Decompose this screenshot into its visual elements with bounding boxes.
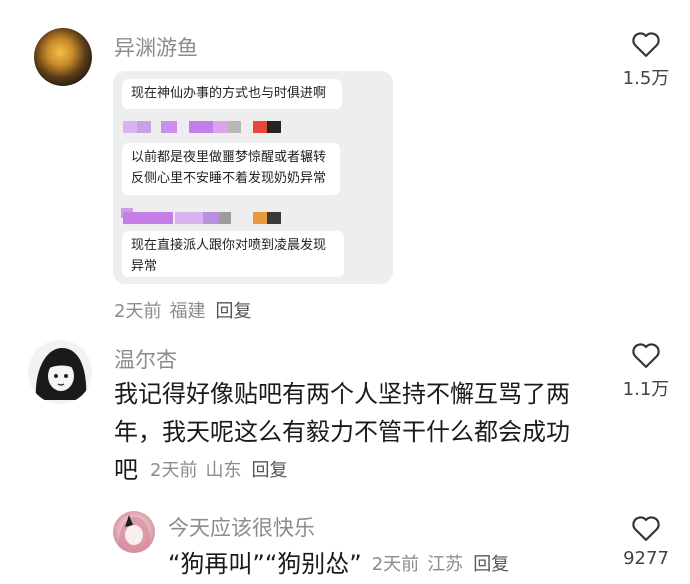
ip-region: 江苏 [427,554,464,575]
username[interactable]: 异渊游鱼 [114,32,198,62]
like-button[interactable]: 9277 [616,514,676,569]
like-button[interactable]: 1.1万 [616,341,676,401]
reply-button[interactable]: 回复 [473,554,509,575]
avatar[interactable] [34,28,92,86]
like-count: 9277 [623,548,669,569]
timestamp: 2天前 [150,460,198,481]
avatar[interactable] [113,511,155,553]
timestamp: 2天前 [371,554,420,575]
comment-meta: 2天前 山东 回复 [150,460,287,481]
reply-button[interactable]: 回复 [215,301,251,322]
avatar[interactable] [28,340,92,404]
username[interactable]: 今天应该很快乐 [168,512,315,542]
like-button[interactable]: 1.5万 [616,30,676,90]
chat-bubble: 现在神仙办事的方式也与时俱进啊 [122,79,342,109]
comment-text: 我记得好像贴吧有两个人坚持不懈互骂了两 年，我天呢这么有毅力不管干什么都会成功 … [114,380,570,484]
timestamp: 2天前 [114,301,162,322]
comment-text: “狗再叫”“狗别怂” 2天前 江苏 回复 [168,550,510,578]
like-count: 1.5万 [622,68,670,89]
ip-region: 福建 [169,301,206,322]
reply-button[interactable]: 回复 [251,460,287,481]
heart-outline-icon [632,32,660,57]
chat-screenshot-image[interactable]: 现在神仙办事的方式也与时俱进啊 以前都是夜里做噩梦惊醒或者辗转反侧心里不安睡不着… [113,71,393,284]
comment-meta: 2天前 江苏 回复 [372,554,509,575]
avatar-illustration [118,515,151,551]
like-count: 1.1万 [622,379,670,400]
ip-region: 山东 [205,460,242,481]
heart-outline-icon [632,343,660,368]
avatar-illustration [35,348,87,400]
heart-outline-icon [632,516,660,541]
username[interactable]: 温尔杏 [114,344,177,374]
comment-meta: 2天前 福建 回复 [114,297,251,323]
chat-bubble: 现在直接派人跟你对喷到凌晨发现异常 [122,231,344,277]
chat-bubble: 以前都是夜里做噩梦惊醒或者辗转反侧心里不安睡不着发现奶奶异常 [122,143,340,195]
